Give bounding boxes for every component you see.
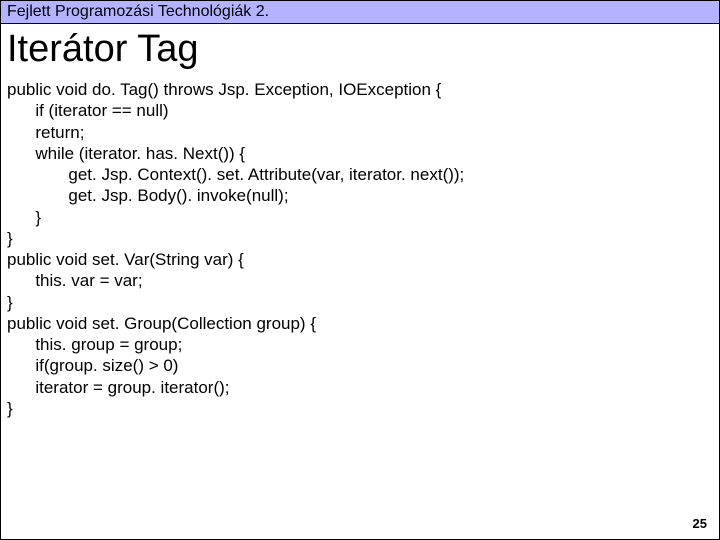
code-line: return; — [7, 123, 84, 142]
code-line: if (iterator == null) — [7, 101, 169, 120]
slide: Fejlett Programozási Technológiák 2. Ite… — [0, 0, 720, 540]
page-number: 25 — [693, 516, 707, 531]
code-line: } — [7, 293, 13, 312]
code-line: this. group = group; — [7, 335, 182, 354]
header-text: Fejlett Programozási Technológiák 2. — [7, 3, 269, 20]
header-bar: Fejlett Programozási Technológiák 2. — [1, 1, 719, 24]
code-line: } — [7, 208, 41, 227]
code-line: get. Jsp. Body(). invoke(null); — [7, 186, 289, 205]
code-line: } — [7, 229, 13, 248]
code-block: public void do. Tag() throws Jsp. Except… — [7, 79, 719, 419]
code-line: if(group. size() > 0) — [7, 356, 178, 375]
slide-title: Iterátor Tag — [7, 28, 719, 71]
code-line: public void set. Group(Collection group)… — [7, 314, 316, 333]
code-line: iterator = group. iterator(); — [7, 378, 230, 397]
code-line: } — [7, 399, 13, 418]
code-line: public void set. Var(String var) { — [7, 250, 244, 269]
code-line: get. Jsp. Context(). set. Attribute(var,… — [7, 165, 464, 184]
code-line: this. var = var; — [7, 271, 143, 290]
code-line: while (iterator. has. Next()) { — [7, 144, 245, 163]
code-line: public void do. Tag() throws Jsp. Except… — [7, 80, 441, 99]
